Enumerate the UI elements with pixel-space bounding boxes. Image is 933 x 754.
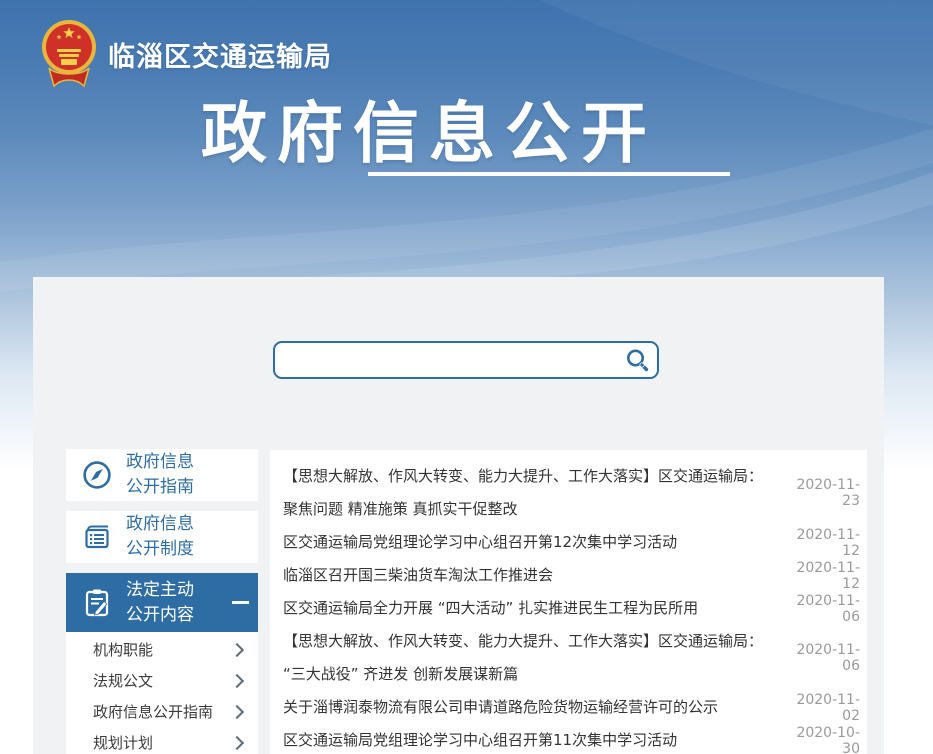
submenu-item-disclosure-guide[interactable]: 政府信息公开指南 — [66, 696, 258, 727]
submenu-item-regulations[interactable]: 法规公文 — [66, 665, 258, 696]
sidebar-item-label: 法定主动 — [126, 578, 194, 603]
news-date: 2020-10-30 — [780, 725, 860, 754]
content-panel: 政府信息 公开指南 — [33, 277, 884, 754]
page-title: 政府信息公开 — [201, 80, 657, 176]
search-button[interactable] — [617, 343, 657, 377]
news-date: 2020-11-06 — [780, 593, 860, 625]
chevron-right-icon — [230, 705, 244, 719]
news-row: 区交通运输局党组理论学习中心组召开第11次集中学习活动 2020-10-30 — [283, 724, 860, 754]
sidebar-item-label: 政府信息 — [126, 450, 194, 475]
submenu-item-label: 机构职能 — [93, 639, 153, 660]
news-title-link[interactable]: 区交通运输局党组理论学习中心组召开第12次集中学习活动 — [283, 526, 780, 559]
submenu-item-label: 法规公文 — [93, 670, 153, 691]
submenu-item-org-functions[interactable]: 机构职能 — [66, 634, 258, 665]
page: 临淄区交通运输局 政府信息公开 — [0, 0, 933, 754]
news-date: 2020-11-12 — [780, 527, 860, 559]
search-area — [273, 341, 659, 379]
sidebar-item-disclosure-system[interactable]: 政府信息 公开制度 — [66, 511, 258, 563]
sidebar-item-label: 政府信息 — [126, 512, 194, 537]
sidebar-item-statutory-disclosure[interactable]: 法定主动 公开内容 — [66, 573, 258, 632]
news-date: 2020-11-23 — [780, 477, 860, 509]
collapse-minus-indicator[interactable] — [232, 601, 249, 604]
search-input[interactable] — [285, 344, 617, 376]
submenu-item-label: 政府信息公开指南 — [93, 701, 213, 722]
news-row: 【思想大解放、作风大转变、能力大提升、工作大落实】区交通运输局：聚焦问题 精准施… — [283, 460, 860, 526]
china-national-emblem-icon — [40, 16, 98, 92]
page-banner: 临淄区交通运输局 政府信息公开 — [0, 0, 933, 277]
sidebar-item-label: 公开指南 — [126, 475, 194, 500]
news-title-link[interactable]: 区交通运输局全力开展 “四大活动” 扎实推进民生工程为民所用 — [283, 592, 780, 625]
sidebar-item-disclosure-guide[interactable]: 政府信息 公开指南 — [66, 449, 258, 501]
compass-icon — [79, 457, 115, 493]
chevron-right-icon — [230, 674, 244, 688]
submenu-item-plans[interactable]: 规划计划 — [66, 727, 258, 754]
submenu-item-label: 规划计划 — [93, 732, 153, 753]
news-date: 2020-11-02 — [780, 692, 860, 724]
news-title-link[interactable]: 临淄区召开国三柴油货车淘汰工作推进会 — [283, 559, 780, 592]
news-title-link[interactable]: 【思想大解放、作风大转变、能力大提升、工作大落实】区交通运输局： “三大战役” … — [283, 625, 780, 691]
sidebar-item-label: 公开内容 — [126, 603, 194, 628]
news-title-link[interactable]: 关于淄博润泰物流有限公司申请道路危险货物运输经营许可的公示 — [283, 691, 780, 724]
search-box — [273, 341, 659, 379]
clipboard-pencil-icon — [79, 585, 115, 621]
news-date: 2020-11-06 — [780, 642, 860, 674]
ledger-icon — [79, 519, 115, 555]
search-icon — [624, 347, 651, 374]
chevron-right-icon — [230, 736, 244, 750]
news-list: 【思想大解放、作风大转变、能力大提升、工作大落实】区交通运输局：聚焦问题 精准施… — [270, 450, 867, 754]
title-underline — [368, 172, 730, 176]
chevron-right-icon — [230, 643, 244, 657]
news-row: 临淄区召开国三柴油货车淘汰工作推进会 2020-11-12 — [283, 559, 860, 592]
news-row: 关于淄博润泰物流有限公司申请道路危险货物运输经营许可的公示 2020-11-02 — [283, 691, 860, 724]
news-title-link[interactable]: 区交通运输局党组理论学习中心组召开第11次集中学习活动 — [283, 724, 780, 754]
news-row: 区交通运输局党组理论学习中心组召开第12次集中学习活动 2020-11-12 — [283, 526, 860, 559]
agency-name: 临淄区交通运输局 — [108, 35, 332, 74]
news-title-link[interactable]: 【思想大解放、作风大转变、能力大提升、工作大落实】区交通运输局：聚焦问题 精准施… — [283, 460, 780, 526]
sidebar: 政府信息 公开指南 — [66, 449, 258, 754]
sidebar-submenu: 机构职能 法规公文 政府信息公开指南 规划计划 — [66, 632, 258, 754]
sidebar-item-label: 公开制度 — [126, 537, 194, 562]
news-date: 2020-11-12 — [780, 560, 860, 592]
news-row: 区交通运输局全力开展 “四大活动” 扎实推进民生工程为民所用 2020-11-0… — [283, 592, 860, 625]
news-row: 【思想大解放、作风大转变、能力大提升、工作大落实】区交通运输局： “三大战役” … — [283, 625, 860, 691]
